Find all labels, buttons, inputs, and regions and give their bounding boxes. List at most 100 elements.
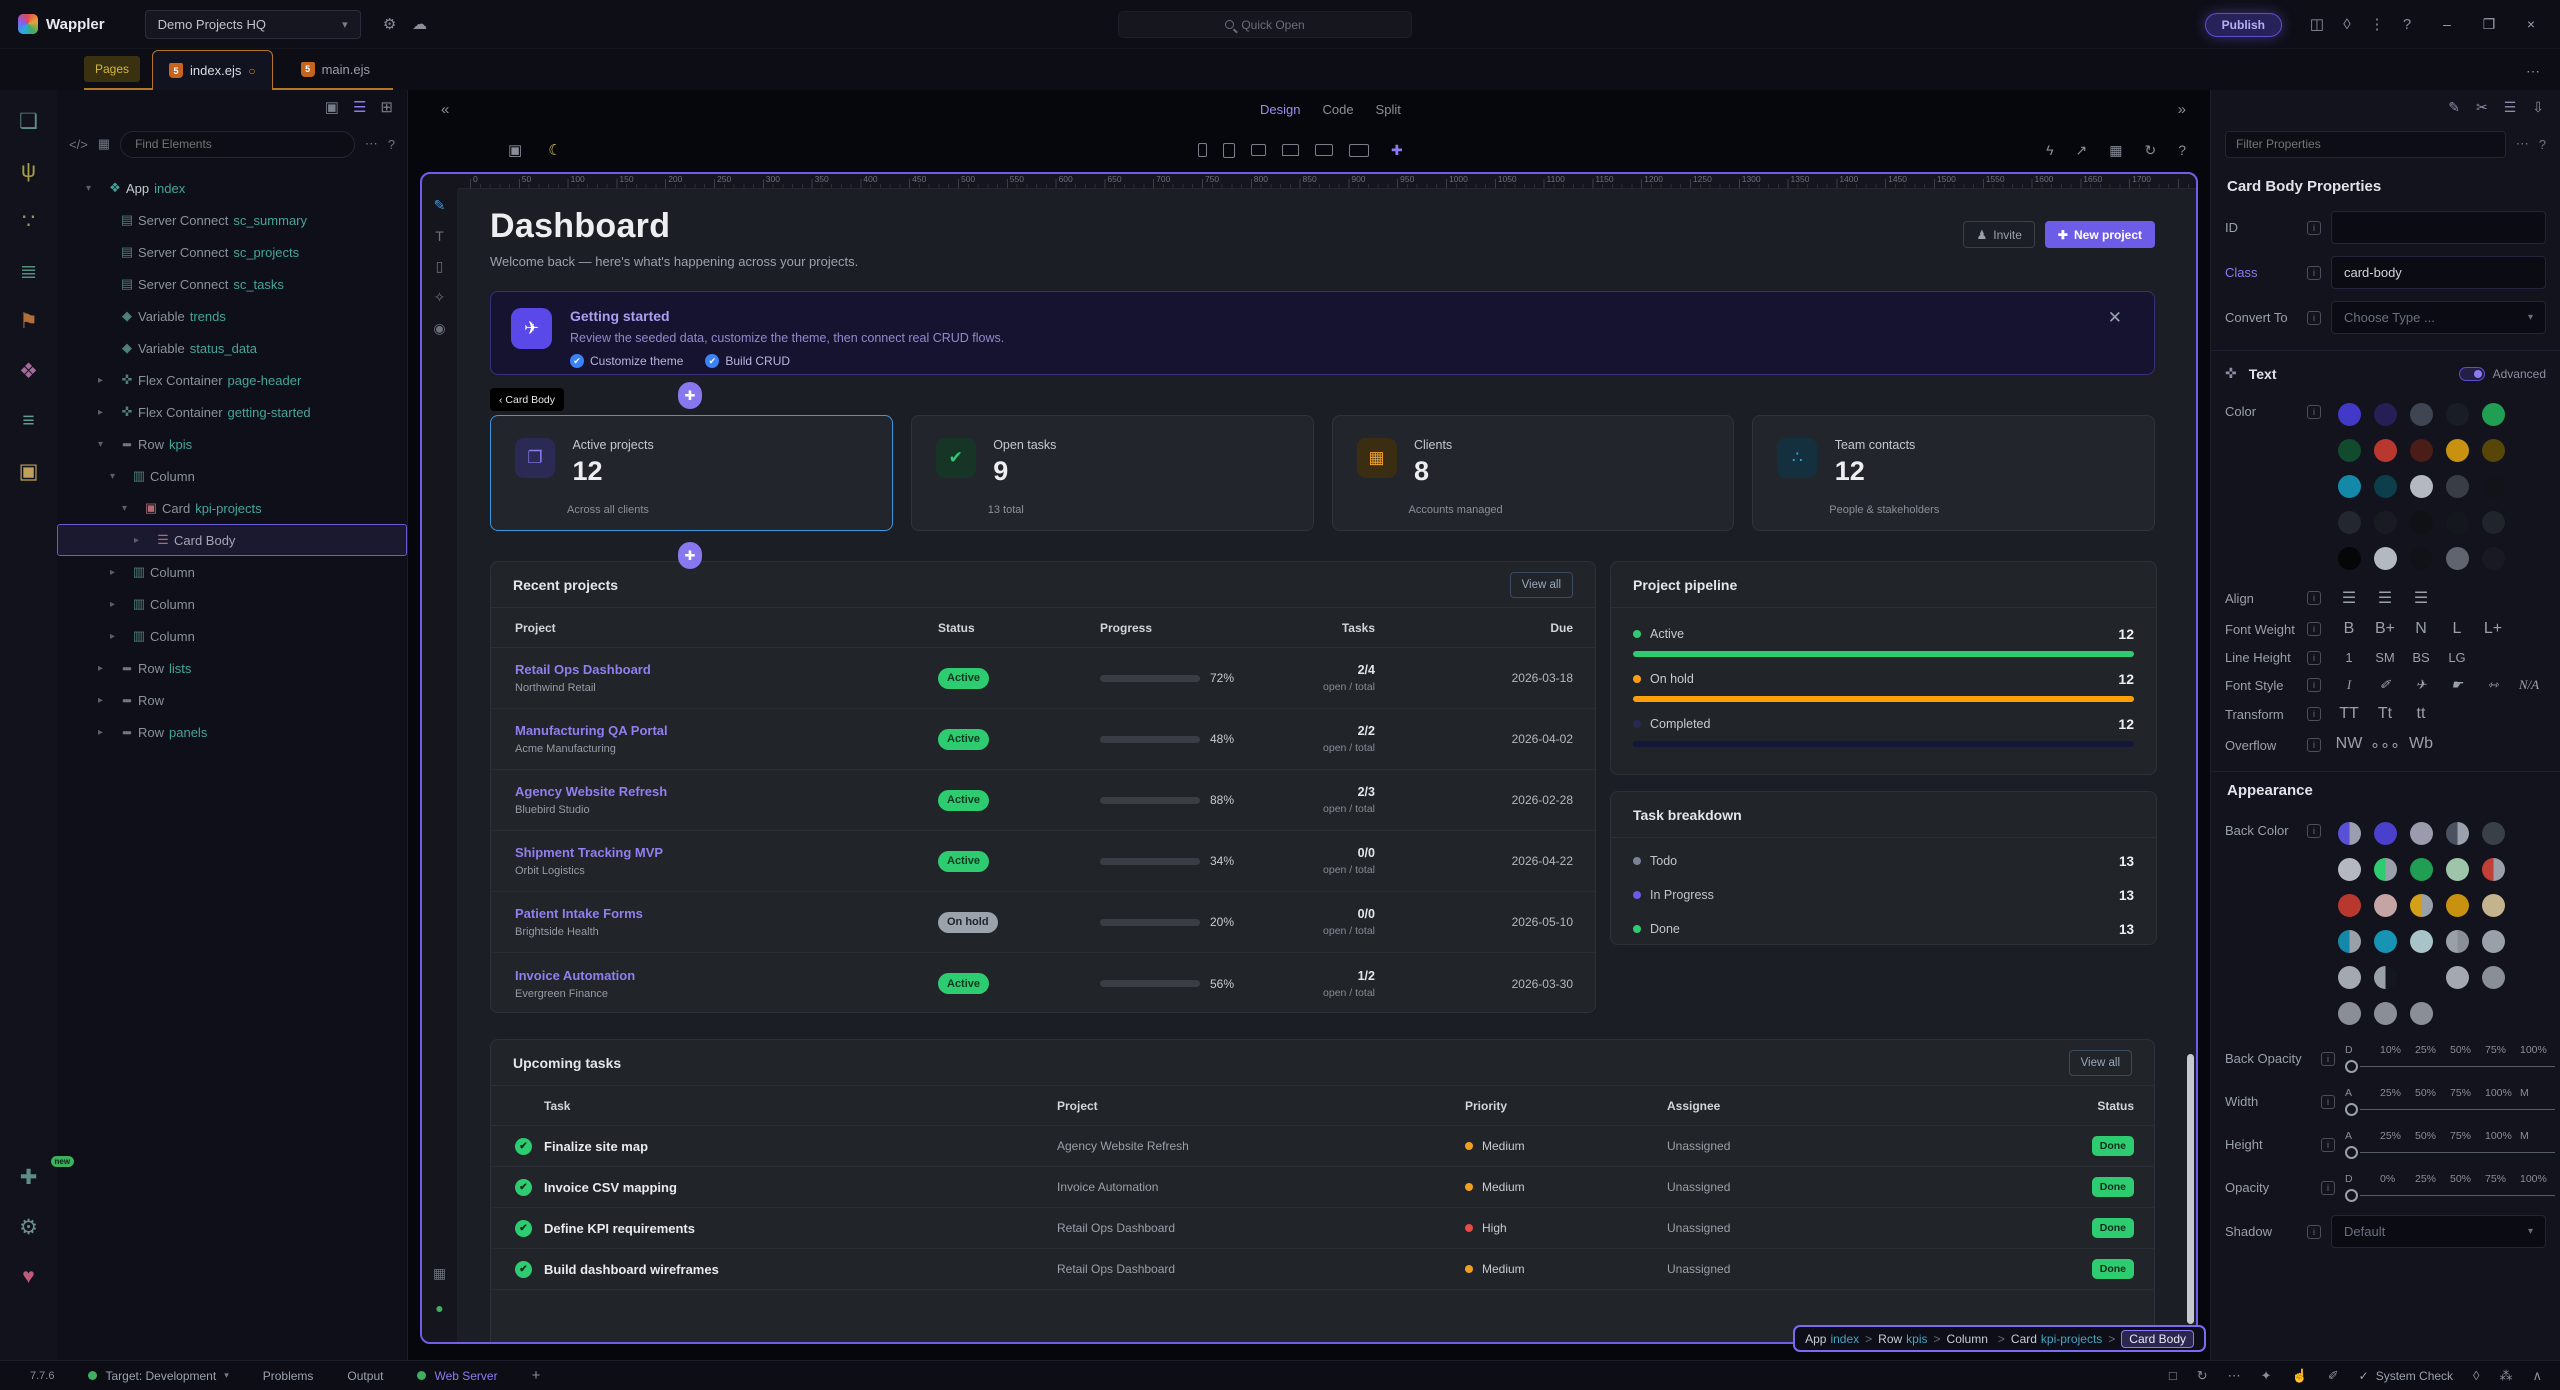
idea-icon[interactable]: ✧	[434, 289, 446, 306]
color-swatch[interactable]	[2367, 923, 2403, 959]
expander-icon[interactable]: ▸	[110, 599, 126, 610]
table-row[interactable]: Manufacturing QA Portal Acme Manufacturi…	[491, 709, 1595, 770]
font-style-option[interactable]: ✐	[2367, 677, 2403, 693]
color-swatch[interactable]	[2475, 851, 2511, 887]
slider-track[interactable]	[2360, 1066, 2555, 1068]
color-swatch[interactable]	[2475, 540, 2511, 576]
chevron-up-icon[interactable]: ∧	[2532, 1368, 2542, 1384]
table-row[interactable]: ✔ Finalize site map Agency Website Refre…	[491, 1126, 2154, 1167]
color-swatch[interactable]	[2439, 887, 2475, 923]
color-swatch[interactable]	[2367, 815, 2403, 851]
color-swatch[interactable]	[2367, 396, 2403, 432]
new-project-button[interactable]: ✚ New project	[2045, 221, 2155, 248]
styles-icon[interactable]: ❖	[12, 354, 46, 388]
expander-icon[interactable]: ▸	[98, 727, 114, 738]
project-link[interactable]: Patient Intake Forms	[515, 906, 938, 921]
slider-knob[interactable]	[2345, 1189, 2358, 1202]
color-swatch[interactable]	[2403, 959, 2439, 995]
restore-icon[interactable]: ❐	[2468, 10, 2510, 40]
ai-robot-icon[interactable]: ▣	[325, 98, 339, 116]
line-height-option[interactable]: BS	[2403, 650, 2439, 665]
breadcrumb-item[interactable]: Column	[1947, 1332, 1992, 1346]
add-element-button[interactable]: ✚	[678, 542, 702, 569]
support-icon[interactable]: ♥	[12, 1260, 46, 1294]
font-style-option[interactable]: ☛	[2439, 677, 2475, 693]
color-swatch[interactable]	[2439, 504, 2475, 540]
cloud-sync-icon[interactable]: ☁	[405, 9, 435, 39]
transform-option[interactable]: Tt	[2367, 705, 2403, 723]
slider-knob[interactable]	[2345, 1103, 2358, 1116]
slider-track[interactable]	[2360, 1109, 2555, 1111]
class-input[interactable]	[2331, 256, 2546, 289]
color-swatch[interactable]	[2367, 432, 2403, 468]
tree-item[interactable]: ▾ ▣ Card kpi-projects	[57, 492, 407, 524]
extensions-icon[interactable]: ✚	[12, 1160, 46, 1194]
typography-icon[interactable]: T	[435, 228, 444, 244]
brush-icon[interactable]: ✐	[2328, 1368, 2339, 1384]
color-swatch[interactable]	[2367, 468, 2403, 504]
add-element-button[interactable]: ✚	[678, 382, 702, 409]
convert-to-select[interactable]: Choose Type ... ▾	[2331, 301, 2546, 334]
sitemap-icon[interactable]: ⊞	[380, 98, 393, 116]
line-height-option[interactable]: 1	[2331, 650, 2367, 665]
color-swatch[interactable]	[2403, 396, 2439, 432]
more-icon[interactable]: ⋯	[2228, 1368, 2241, 1384]
color-swatch[interactable]	[2331, 815, 2367, 851]
filter-properties-input[interactable]	[2225, 131, 2506, 158]
tabbar-more-icon[interactable]: ⋯	[2526, 63, 2540, 80]
view-all-button[interactable]: View all	[2069, 1050, 2132, 1076]
device-laptop-icon[interactable]	[1282, 144, 1299, 156]
view-mode-tab[interactable]: Code	[1322, 102, 1353, 117]
color-swatch[interactable]	[2475, 504, 2511, 540]
workflows-icon[interactable]: ∵	[12, 204, 46, 238]
add-panel-icon[interactable]: +	[532, 1367, 541, 1384]
color-swatch[interactable]	[2475, 468, 2511, 504]
expander-icon[interactable]: ▾	[122, 503, 138, 514]
collapse-left-icon[interactable]: «	[441, 101, 449, 118]
expander-icon[interactable]: ▸	[110, 567, 126, 578]
pages-icon[interactable]: ❏	[12, 104, 46, 138]
breadcrumb-current[interactable]: Card Body	[2121, 1330, 2194, 1348]
resize-move-icon[interactable]: ✚	[1391, 142, 1403, 159]
expander-icon[interactable]: ▸	[134, 535, 150, 546]
device-tv-icon[interactable]	[1349, 144, 1369, 157]
props-help-icon[interactable]: ?	[2539, 137, 2546, 152]
settings-gear-icon[interactable]: ⚙	[375, 9, 405, 39]
quick-open-search[interactable]: Quick Open	[1118, 11, 1412, 38]
font-style-option[interactable]: ✈	[2403, 677, 2439, 693]
system-check-button[interactable]: ✓System Check	[2359, 1369, 2453, 1383]
project-link[interactable]: Retail Ops Dashboard	[515, 662, 938, 677]
table-row[interactable]: Agency Website Refresh Bluebird Studio A…	[491, 770, 1595, 831]
output-button[interactable]: Output	[347, 1369, 383, 1383]
color-swatch[interactable]	[2439, 432, 2475, 468]
color-swatch[interactable]	[2439, 959, 2475, 995]
thumbs-up-icon[interactable]: ☝	[2292, 1368, 2308, 1384]
slider-track[interactable]	[2360, 1195, 2555, 1197]
device-tablet-icon[interactable]	[1251, 144, 1266, 156]
color-swatch[interactable]	[2367, 959, 2403, 995]
font-weight-option[interactable]: L+	[2475, 620, 2511, 638]
sparkles-icon[interactable]: ✦	[2261, 1368, 2272, 1384]
color-swatch[interactable]	[2331, 504, 2367, 540]
kpi-card[interactable]: ∴ Team contacts 12 People & stakeholders	[1752, 415, 2155, 531]
color-swatch[interactable]	[2331, 432, 2367, 468]
theme-droplet-icon[interactable]: ◊	[2332, 10, 2362, 40]
bug-icon[interactable]: ⁂	[2499, 1368, 2512, 1384]
project-link[interactable]: Manufacturing QA Portal	[515, 723, 938, 738]
advanced-toggle[interactable]	[2459, 367, 2485, 381]
find-elements-input[interactable]	[120, 131, 355, 158]
expander-icon[interactable]: ▸	[98, 663, 114, 674]
target-selector[interactable]: Target: Development▾	[88, 1369, 228, 1383]
color-swatch[interactable]	[2475, 887, 2511, 923]
color-swatch[interactable]	[2331, 959, 2367, 995]
tree-more-icon[interactable]: ⋯	[365, 136, 378, 152]
color-swatch[interactable]	[2367, 851, 2403, 887]
table-row[interactable]: Shipment Tracking MVP Orbit Logistics Ac…	[491, 831, 1595, 892]
tree-item[interactable]: ▤ Server Connect sc_summary	[57, 204, 407, 236]
banner-close-icon[interactable]: ✕	[2108, 308, 2122, 328]
routes-icon[interactable]: ⚑	[12, 304, 46, 338]
kpi-card[interactable]: ❐ Active projects 12 Across all clients	[490, 415, 893, 531]
problems-button[interactable]: Problems	[263, 1369, 314, 1383]
tree-item[interactable]: ▸ ▥ Column	[57, 556, 407, 588]
color-swatch[interactable]	[2403, 887, 2439, 923]
